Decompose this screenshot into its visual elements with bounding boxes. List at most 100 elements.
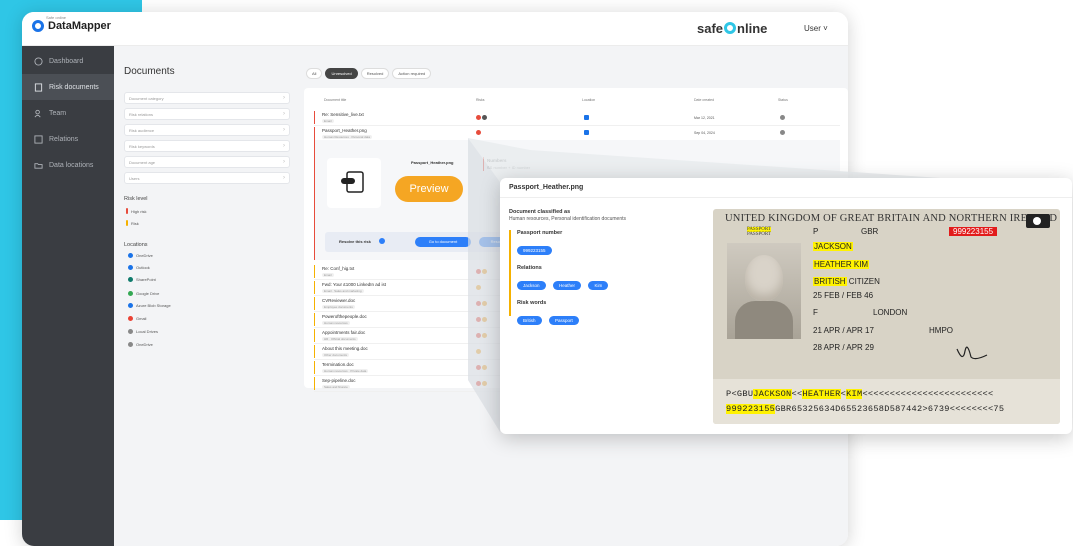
passport-image: UNITED KINGDOM OF GREAT BRITAIN AND NORT… [713, 209, 1060, 424]
go-to-document-button[interactable]: Go to document [415, 237, 471, 247]
risk-words-title: Risk words [517, 300, 547, 306]
relations-icon [34, 134, 43, 144]
preview-button[interactable]: Preview [395, 176, 463, 202]
location-label: OneDrive [136, 342, 153, 347]
documents-filter-panel: Documents Document category Risk relatio… [114, 46, 292, 546]
photo-body [735, 301, 793, 339]
logo[interactable]: DataMapper [32, 20, 111, 32]
risk-indicator [314, 127, 315, 140]
risk-level-label: Risk [131, 220, 139, 226]
sidebar-item-risk-documents[interactable]: Risk documents [22, 74, 114, 100]
status-icon [780, 115, 785, 120]
sidebar-item-dashboard[interactable]: Dashboard [22, 48, 114, 74]
column-header[interactable]: Risks [476, 98, 485, 102]
location-outlook[interactable]: Outlook [128, 265, 150, 270]
risk-indicator [314, 377, 315, 390]
risk-dot [482, 333, 487, 338]
sharepoint-icon [128, 277, 133, 282]
document-title: Re: Conf_hig.txt [322, 266, 355, 271]
location-azure-blob[interactable]: Azure Blob Storage [128, 303, 171, 308]
popup-title: Passport_Heather.png [509, 184, 584, 191]
mrz-line-1: P<GBUJACKSON<<HEATHER<KIM<<<<<<<<<<<<<<<… [726, 389, 993, 399]
relation-pill[interactable]: Jackson [517, 281, 546, 290]
sidebar-item-team[interactable]: Team [22, 100, 114, 126]
document-tag: Other documents [322, 353, 350, 357]
column-header[interactable]: Document title [324, 98, 346, 102]
user-menu[interactable]: User ˅ [804, 24, 828, 33]
risk-dot [476, 333, 481, 338]
tab-resolved[interactable]: Resolved [360, 68, 390, 79]
tab-unresolved[interactable]: Unresolved [325, 68, 358, 79]
location-onedrive[interactable]: OneDrive [128, 253, 153, 258]
outlook-icon [128, 265, 133, 270]
sidebar-item-data-locations[interactable]: Data locations [22, 152, 114, 178]
popup-header: Passport_Heather.png [500, 178, 1072, 198]
passport-label-text: PASSPORT [747, 232, 771, 237]
document-thumbnail[interactable] [327, 158, 381, 208]
passport-nationality-rest: CITIZEN [846, 277, 880, 286]
numbers-title: Numbers [487, 158, 507, 163]
filter-risk-keywords[interactable]: Risk keywords [124, 140, 290, 152]
filter-risk-audience[interactable]: Risk audience [124, 124, 290, 136]
passport-date-of-birth: 25 FEB / FEB 46 [813, 291, 874, 300]
document-title: Passport_Heather.png [322, 128, 367, 133]
location-sharepoint[interactable]: SharePoint [128, 277, 156, 282]
location-label: OneDrive [136, 253, 153, 258]
relation-pill[interactable]: Heather [552, 281, 581, 290]
relation-pill[interactable]: Kim [588, 281, 609, 290]
passport-number-pill[interactable]: 999223155 [517, 246, 552, 255]
passport-number: 999223155 [949, 227, 998, 236]
classified-title: Document classified as [509, 209, 571, 215]
resolve-label: Resolve this risk [339, 239, 371, 244]
document-tag: Human Resources · Personal data [322, 135, 373, 139]
location-local-drives[interactable]: Local Drives [128, 329, 158, 334]
document-title: Fwd: Your £1000 LinkedIn ad ist [322, 282, 387, 287]
filter-risk-relations[interactable]: Risk relations [124, 108, 290, 120]
risk-indicator [314, 281, 315, 294]
filter-users[interactable]: Users [124, 172, 290, 184]
risk-word-pill[interactable]: British [517, 316, 542, 325]
sidebar-item-relations[interactable]: Relations [22, 126, 114, 152]
location-label: Gmail [136, 316, 147, 321]
logo-icon [32, 20, 44, 32]
location-onedrive-2[interactable]: OneDrive [128, 342, 153, 347]
column-header[interactable]: Status [778, 98, 788, 102]
azure-icon [128, 303, 133, 308]
status-icon [780, 130, 785, 135]
document-tag: Employee documents [322, 305, 355, 309]
google-drive-icon [128, 291, 133, 296]
filter-document-category[interactable]: Document category [124, 92, 290, 104]
tab-all[interactable]: All [306, 68, 323, 79]
location-gmail[interactable]: Gmail [128, 316, 146, 321]
risk-dot [476, 317, 481, 322]
risk-level-risk[interactable]: Risk [126, 220, 139, 226]
document-title: CVReviewer.doc [322, 298, 356, 303]
passport-code: GBR [861, 227, 879, 236]
brand-left: safe [697, 21, 724, 36]
document-tag: HR · Official documents [322, 337, 358, 341]
table-row[interactable]: Re: Sensitive_live.txt Email Mar 12, 202… [314, 110, 840, 126]
cloud-icon [128, 253, 133, 258]
filter-document-age[interactable]: Document age [124, 156, 290, 168]
locations-title: Locations [124, 242, 148, 248]
document-tag: Sales and finance [322, 385, 350, 389]
mrz-segment: << [791, 389, 803, 399]
logo-subtext: Safe online [46, 15, 67, 20]
sidebar-item-label: Data locations [49, 161, 94, 169]
signature-icon [956, 346, 988, 360]
risk-level-high[interactable]: High risk [126, 208, 147, 214]
info-icon[interactable] [379, 238, 385, 244]
location-google-drive[interactable]: Google Drive [128, 291, 159, 296]
tab-action-required[interactable]: Action required [392, 68, 432, 79]
sidebar-item-label: Risk documents [49, 83, 99, 91]
mrz-segment: P<GBU [726, 389, 754, 399]
column-header[interactable]: Date created [694, 98, 714, 102]
risk-word-pill[interactable]: Passport [548, 316, 579, 325]
risk-indicator [314, 265, 315, 278]
expanded-file-name: Passport_Heather.png [411, 160, 454, 165]
column-header[interactable]: Location [582, 98, 595, 102]
table-row[interactable]: Passport_Heather.png Human Resources · P… [314, 126, 840, 140]
passport-label: PASSPORT PASSPORT [747, 227, 771, 237]
data-locations-icon [34, 162, 43, 169]
risk-dot [476, 381, 481, 386]
